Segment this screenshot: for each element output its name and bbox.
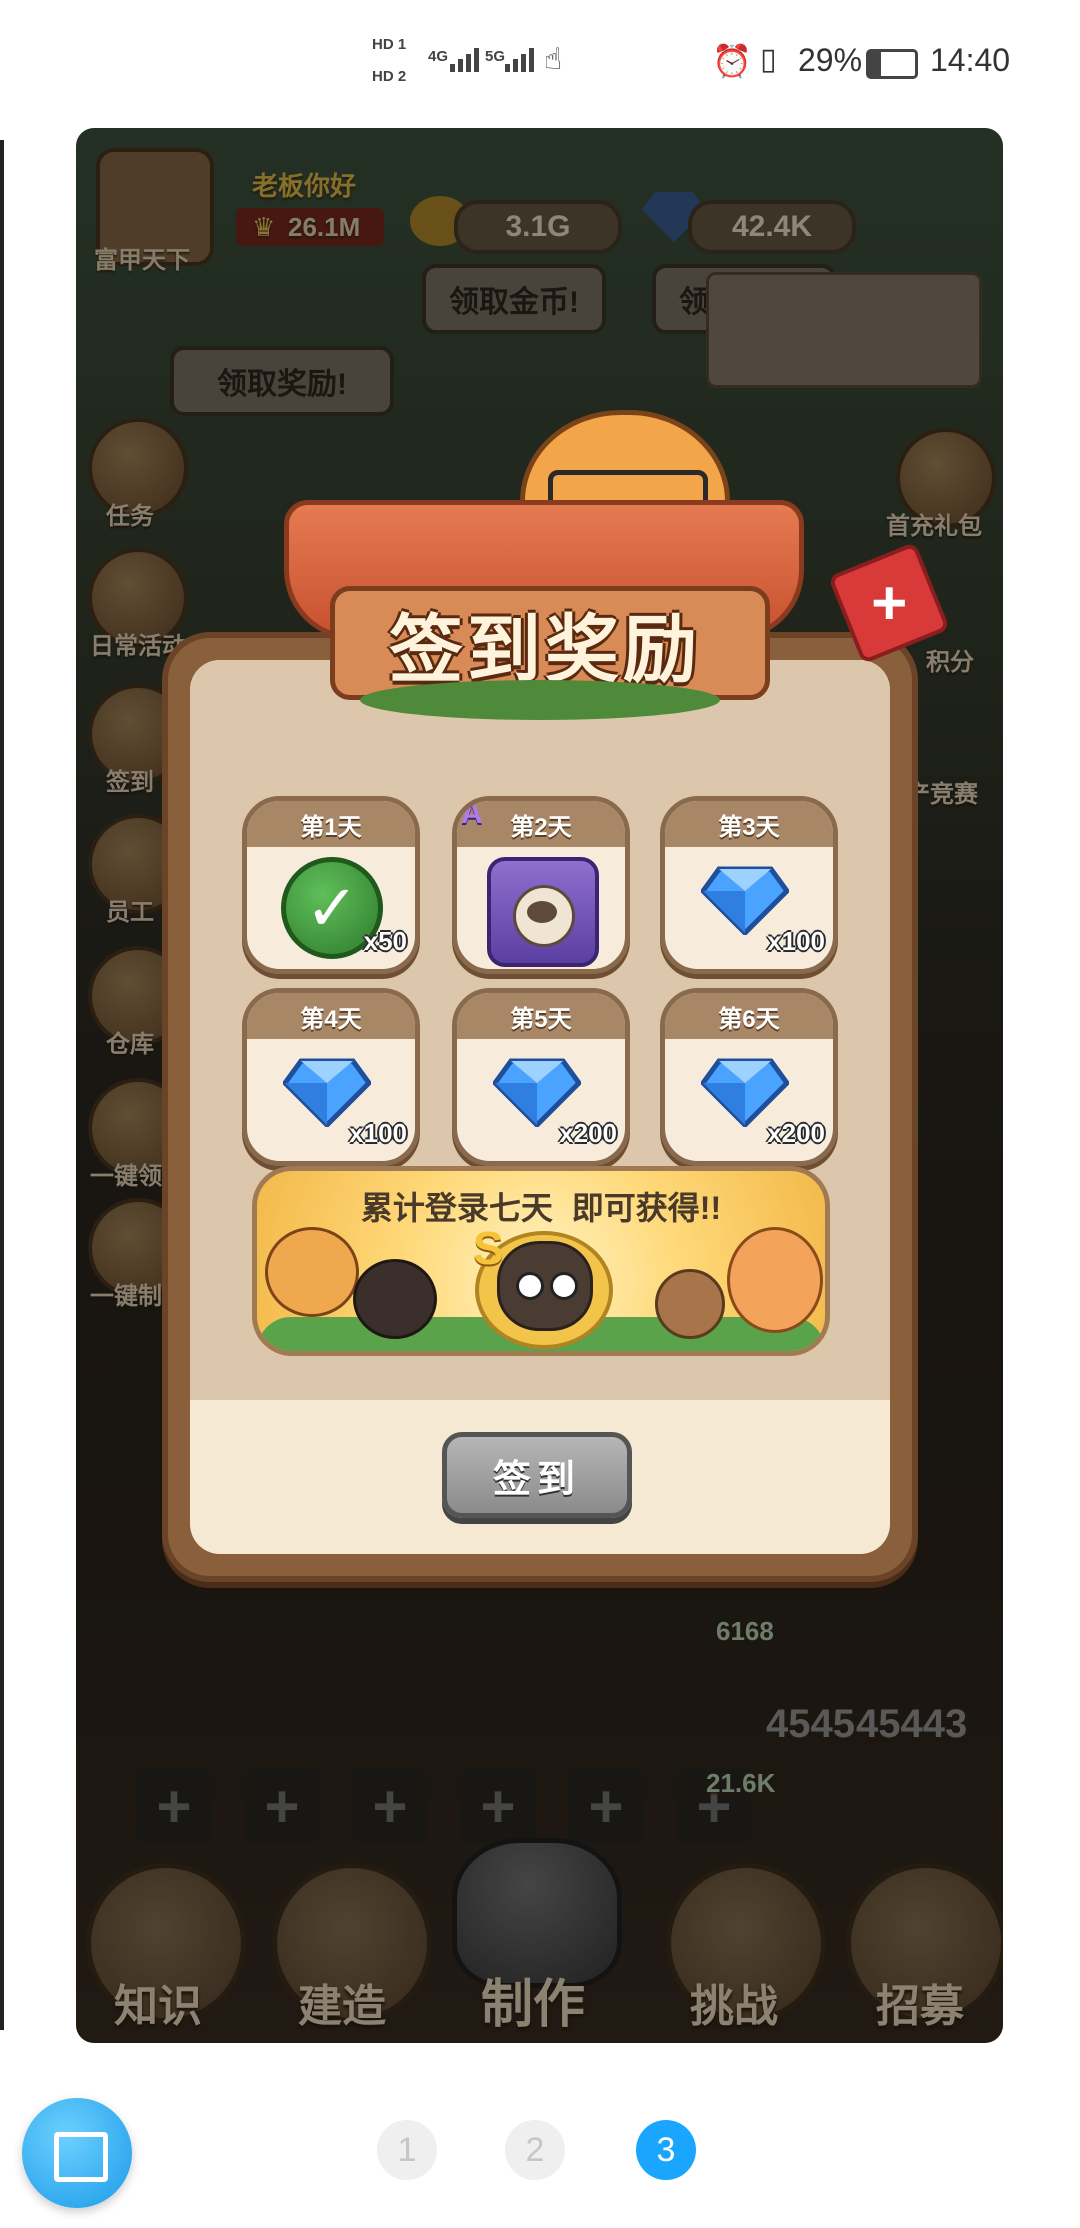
orange-cat-pet-icon (727, 1227, 823, 1333)
banner-text-a: 累计登录七天 (360, 1190, 553, 1226)
day-quantity: x100 (349, 1118, 407, 1148)
day-label: 第1天 (247, 801, 415, 847)
boss-bear-pet-icon (655, 1269, 725, 1339)
banner-text: 累计登录七天 即可获得!! (257, 1183, 825, 1229)
battery-percent: 29% (798, 42, 863, 78)
rank-badge: A (461, 797, 483, 830)
status-bar: HD 1 HD 2 4G 5G ☝ ⏰ ▯ 29% 14:40 (0, 0, 1080, 120)
day-quantity: x100 (767, 926, 825, 956)
leaf-decoration (360, 680, 720, 720)
day-label: 第4天 (247, 993, 415, 1039)
sign-in-button[interactable]: 签到 (442, 1432, 632, 1518)
window-icon (54, 2132, 108, 2182)
bear-eye (516, 1272, 544, 1300)
network-4g-label: 4G (428, 48, 449, 65)
day-reward-card[interactable]: 第4天 x100 (242, 988, 420, 1166)
page-3[interactable]: 3 (636, 2120, 696, 2180)
diamond-icon (283, 1058, 371, 1127)
touch-icon: ☝ (544, 43, 563, 76)
vibrate-icon: ▯ (760, 43, 777, 76)
page-1[interactable]: 1 (377, 2120, 437, 2180)
cat-mask (527, 901, 557, 923)
day-reward-card[interactable]: 第1天 ✓ x50 (242, 796, 420, 974)
day-reward-card[interactable]: 第2天 A (452, 796, 630, 974)
page-2[interactable]: 2 (505, 2120, 565, 2180)
day-quantity: x50 (363, 926, 407, 956)
diamond-icon (493, 1058, 581, 1127)
clock: 14:40 (930, 42, 1011, 78)
bear-eye (550, 1272, 578, 1300)
alarm-icon: ⏰ (712, 43, 752, 79)
diamond-icon (701, 866, 789, 935)
signal-1-icon (450, 44, 479, 72)
day-label: 第5天 (457, 993, 625, 1039)
shiba-pet-icon (265, 1227, 359, 1317)
battery-icon (866, 49, 918, 79)
spiral-bear-avatar-icon (497, 1241, 593, 1331)
day-reward-card[interactable]: 第5天 x200 (452, 988, 630, 1166)
day-reward-card[interactable]: 第6天 x200 (660, 988, 838, 1166)
left-edge-line (0, 140, 4, 2030)
banner-text-b: 即可获得!! (571, 1190, 722, 1226)
seven-day-banner[interactable]: 累计登录七天 即可获得!! S (252, 1166, 830, 1356)
sim2-label: HD 2 (372, 68, 407, 85)
signal-2-icon (505, 44, 534, 72)
maid-cat-avatar-icon (487, 857, 599, 967)
close-icon: + (870, 568, 908, 638)
network-5g-label: 5G (485, 48, 506, 65)
sim1-label: HD 1 (372, 36, 407, 53)
black-shiba-pet-icon (353, 1259, 437, 1339)
day-reward-card[interactable]: 第3天 x100 (660, 796, 838, 974)
day-label: 第3天 (665, 801, 833, 847)
s-rank-letter: S (473, 1222, 504, 1274)
diamond-icon (701, 1058, 789, 1127)
day-quantity: x200 (559, 1118, 617, 1148)
day-quantity: x200 (767, 1118, 825, 1148)
app-launcher-icon[interactable] (22, 2098, 132, 2208)
day-label: 第6天 (665, 993, 833, 1039)
